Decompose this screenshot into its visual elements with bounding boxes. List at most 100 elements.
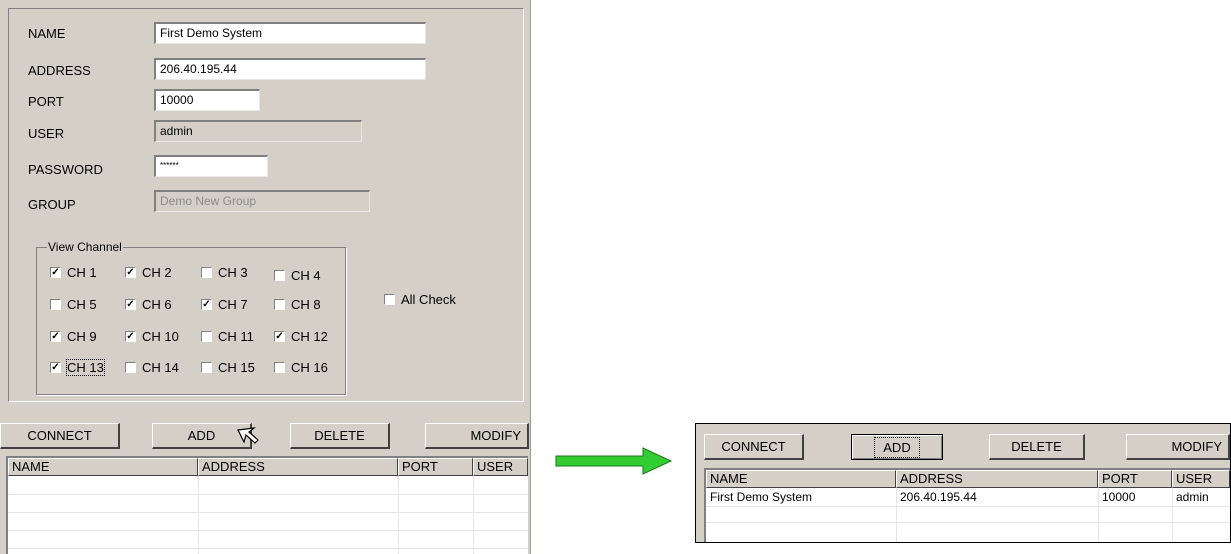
header-address[interactable]: ADDRESS xyxy=(896,470,1098,488)
channel-checkbox[interactable]: ✓ CH 9 xyxy=(50,329,97,344)
all-check-checkbox[interactable]: All Check xyxy=(384,292,456,307)
channel-checkbox[interactable]: CH 16 xyxy=(274,360,328,375)
address-field[interactable]: 206.40.195.44 xyxy=(154,58,426,80)
channel-label: CH 4 xyxy=(291,268,321,283)
modify-button[interactable]: MODIFY xyxy=(1126,434,1230,460)
header-name[interactable]: NAME xyxy=(706,470,896,488)
row-divider xyxy=(8,512,528,513)
channel-label: CH 9 xyxy=(67,329,97,344)
row-name[interactable]: First Demo System xyxy=(706,490,812,504)
modify-button-label: MODIFY xyxy=(470,428,521,443)
connect-button[interactable]: CONNECT xyxy=(704,434,804,460)
checkbox-unchecked[interactable] xyxy=(274,270,285,281)
view-channel-title: View Channel xyxy=(47,240,123,254)
password-label: PASSWORD xyxy=(28,162,103,177)
row-port[interactable]: 10000 xyxy=(1098,490,1135,504)
row-divider xyxy=(8,494,528,495)
checkbox-unchecked[interactable] xyxy=(50,299,61,310)
channel-checkbox[interactable]: CH 8 xyxy=(274,297,321,312)
channel-checkbox[interactable]: CH 4 xyxy=(274,268,321,283)
password-field[interactable]: ****** xyxy=(154,155,268,177)
checkbox-checked[interactable]: ✓ xyxy=(50,331,61,342)
channel-checkbox[interactable]: ✓ CH 6 xyxy=(125,297,172,312)
checkmark-icon: ✓ xyxy=(51,331,60,342)
channel-checkbox[interactable]: CH 11 xyxy=(201,329,254,344)
result-panel: CONNECT ADD DELETE MODIFY NAME ADDRESS P… xyxy=(695,423,1231,543)
channel-checkbox[interactable]: ✓ CH 13 xyxy=(50,359,105,376)
channel-label: CH 12 xyxy=(291,329,328,344)
checkmark-icon: ✓ xyxy=(202,299,211,310)
row-divider xyxy=(8,548,528,549)
checkbox-checked[interactable]: ✓ xyxy=(50,267,61,278)
checkbox-unchecked[interactable] xyxy=(274,299,285,310)
group-field: Demo New Group xyxy=(154,190,370,212)
channel-label: CH 1 xyxy=(67,265,97,280)
checkmark-icon: ✓ xyxy=(126,331,135,342)
checkbox-unchecked[interactable] xyxy=(201,362,212,373)
row-address[interactable]: 206.40.195.44 xyxy=(896,490,977,504)
channel-label: CH 11 xyxy=(218,329,254,344)
port-label: PORT xyxy=(28,94,64,109)
channel-label: CH 6 xyxy=(142,297,172,312)
system-list[interactable]: NAME ADDRESS PORT USER xyxy=(6,456,528,554)
connect-button-label: CONNECT xyxy=(721,439,786,454)
channel-checkbox[interactable]: ✓ CH 12 xyxy=(274,329,328,344)
header-user[interactable]: USER xyxy=(1172,470,1230,488)
add-button-focused[interactable]: ADD xyxy=(851,434,943,460)
channel-label: CH 7 xyxy=(218,297,248,312)
checkbox-checked[interactable]: ✓ xyxy=(125,267,136,278)
channel-checkbox[interactable]: CH 15 xyxy=(201,360,255,375)
checkbox-checked[interactable]: ✓ xyxy=(125,331,136,342)
name-label: NAME xyxy=(28,26,66,41)
system-setup-panel: NAME First Demo System ADDRESS 206.40.19… xyxy=(0,0,531,554)
channel-checkbox[interactable]: CH 14 xyxy=(125,360,179,375)
delete-button-label: DELETE xyxy=(1011,439,1062,454)
delete-button-label: DELETE xyxy=(314,428,365,443)
checkbox-checked[interactable]: ✓ xyxy=(50,362,61,373)
channel-label: CH 10 xyxy=(142,329,179,344)
delete-button[interactable]: DELETE xyxy=(989,434,1085,460)
channel-checkbox[interactable]: CH 3 xyxy=(201,265,248,280)
checkbox-unchecked[interactable] xyxy=(201,331,212,342)
header-name[interactable]: NAME xyxy=(8,458,198,476)
delete-button[interactable]: DELETE xyxy=(290,423,390,449)
row-divider xyxy=(706,506,1230,507)
header-port[interactable]: PORT xyxy=(1098,470,1172,488)
checkmark-icon: ✓ xyxy=(126,299,135,310)
header-user[interactable]: USER xyxy=(473,458,528,476)
connect-button[interactable]: CONNECT xyxy=(0,423,120,449)
channel-label: CH 3 xyxy=(218,265,248,280)
checkbox-checked[interactable]: ✓ xyxy=(274,331,285,342)
row-divider xyxy=(706,522,1230,523)
checkbox-checked[interactable]: ✓ xyxy=(125,299,136,310)
channel-checkbox[interactable]: CH 5 xyxy=(50,297,97,312)
add-button-label: ADD xyxy=(874,436,920,458)
header-address[interactable]: ADDRESS xyxy=(198,458,398,476)
group-label: GROUP xyxy=(28,197,76,212)
checkmark-icon: ✓ xyxy=(126,267,135,278)
modify-button[interactable]: MODIFY xyxy=(425,423,529,449)
checkmark-icon: ✓ xyxy=(51,267,60,278)
mouse-cursor-icon xyxy=(237,427,259,444)
checkbox-checked[interactable]: ✓ xyxy=(201,299,212,310)
channel-label: CH 8 xyxy=(291,297,321,312)
system-list[interactable]: NAME ADDRESS PORT USER First Demo System… xyxy=(704,468,1230,542)
all-check-label: All Check xyxy=(401,292,456,307)
modify-button-label: MODIFY xyxy=(1171,439,1222,454)
channel-checkbox[interactable]: ✓ CH 10 xyxy=(125,329,179,344)
name-field[interactable]: First Demo System xyxy=(154,22,426,44)
all-check-box[interactable] xyxy=(384,294,395,305)
row-user[interactable]: admin xyxy=(1172,490,1209,504)
channel-checkbox[interactable]: ✓ CH 7 xyxy=(201,297,248,312)
channel-checkbox[interactable]: ✓ CH 2 xyxy=(125,265,172,280)
channel-checkbox[interactable]: ✓ CH 1 xyxy=(50,265,97,280)
header-port[interactable]: PORT xyxy=(398,458,473,476)
arrow-right-icon xyxy=(555,447,673,475)
port-field[interactable]: 10000 xyxy=(154,89,260,111)
channel-label: CH 14 xyxy=(142,360,179,375)
checkbox-unchecked[interactable] xyxy=(125,362,136,373)
checkbox-unchecked[interactable] xyxy=(274,362,285,373)
row-divider xyxy=(8,530,528,531)
col-divider xyxy=(398,476,399,554)
checkbox-unchecked[interactable] xyxy=(201,267,212,278)
